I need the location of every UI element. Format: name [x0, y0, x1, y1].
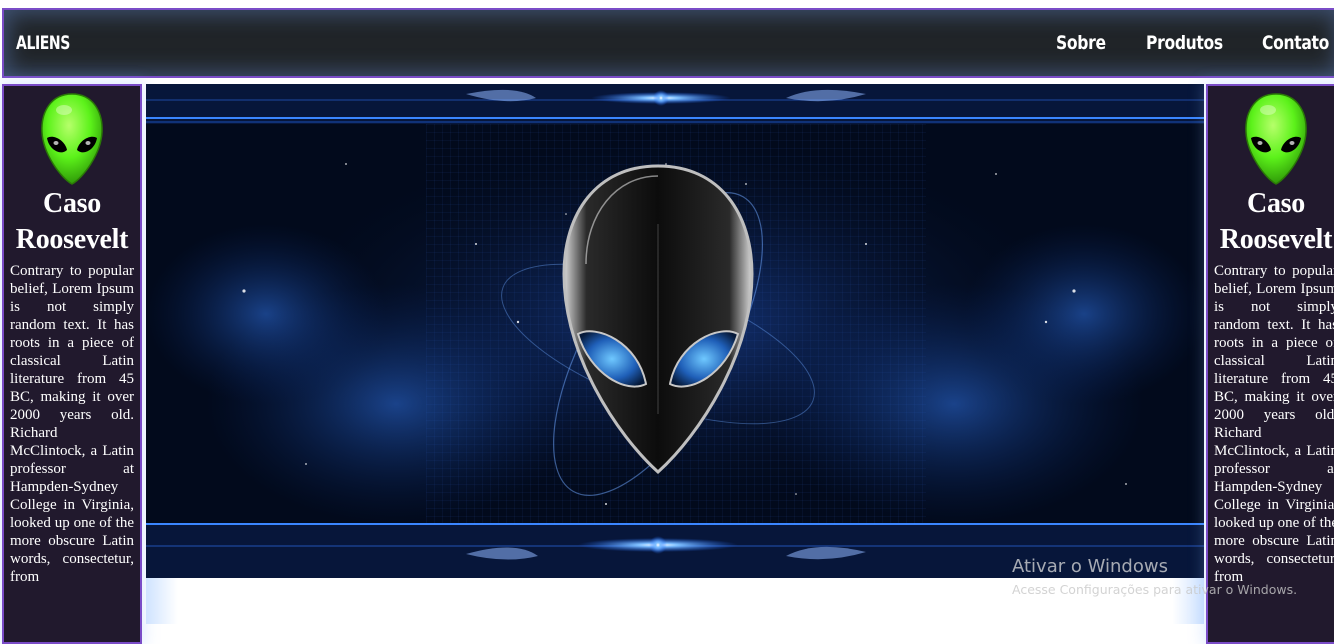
hero-banner — [146, 84, 1204, 578]
windows-activation-title: Ativar o Windows — [1012, 556, 1168, 577]
alien-head-icon — [41, 93, 103, 185]
right-sidebar: Caso Roosevelt Contrary to popular belie… — [1206, 84, 1334, 644]
sidebar-title-line2: Roosevelt — [15, 224, 129, 255]
sidebar-title-line1: Caso — [1247, 188, 1305, 219]
alien-banner-image — [146, 84, 1204, 578]
sidebar-body-text: Contrary to popular belief, Lorem Ipsum … — [1214, 263, 1334, 585]
nav-link-sobre[interactable]: Sobre — [1056, 32, 1106, 54]
sidebar-body-text: Contrary to popular belief, Lorem Ipsum … — [10, 263, 134, 585]
alien-head-icon — [1245, 93, 1307, 185]
sidebar-title-line1: Caso — [43, 188, 101, 219]
sidebar-title-line2: Roosevelt — [1219, 224, 1333, 255]
nav-link-produtos[interactable]: Produtos — [1146, 32, 1223, 54]
top-navbar: ALIENS Sobre Produtos Contato — [2, 8, 1334, 78]
nav-link-contato[interactable]: Contato — [1262, 32, 1329, 54]
left-sidebar: Caso Roosevelt Contrary to popular belie… — [2, 84, 142, 644]
brand-logo[interactable]: ALIENS — [16, 32, 70, 54]
windows-activation-subtitle: Acesse Configurações para ativar o Windo… — [1012, 582, 1298, 597]
